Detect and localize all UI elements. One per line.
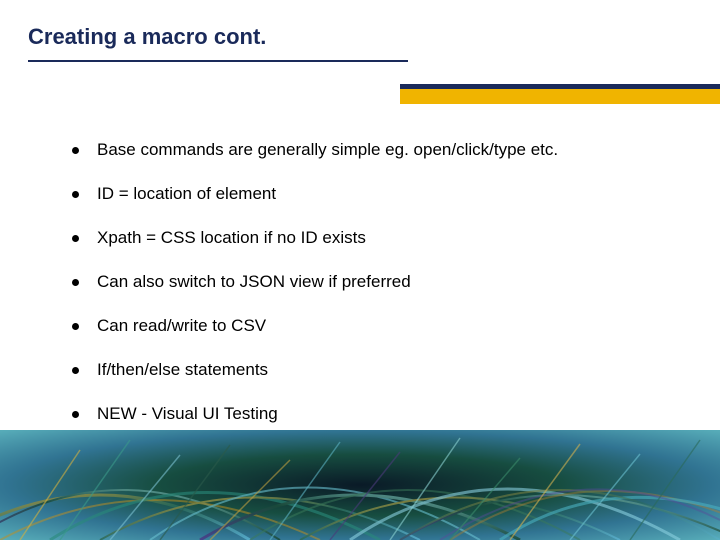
bullet-text: Base commands are generally simple eg. o… xyxy=(97,140,558,160)
slide-content: Base commands are generally simple eg. o… xyxy=(72,140,680,448)
bullet-text: ID = location of element xyxy=(97,184,276,204)
bullet-icon xyxy=(72,323,79,330)
slide-title: Creating a macro cont. xyxy=(28,24,266,50)
list-item: Can read/write to CSV xyxy=(72,316,680,336)
bullet-icon xyxy=(72,279,79,286)
bullet-icon xyxy=(72,147,79,154)
bullet-text: Can read/write to CSV xyxy=(97,316,266,336)
list-item: Base commands are generally simple eg. o… xyxy=(72,140,680,160)
list-item: Can also switch to JSON view if preferre… xyxy=(72,272,680,292)
list-item: NEW - Visual UI Testing xyxy=(72,404,680,424)
title-underline xyxy=(28,60,408,62)
decorative-footer-image xyxy=(0,430,720,540)
bullet-icon xyxy=(72,235,79,242)
bullet-text: Can also switch to JSON view if preferre… xyxy=(97,272,411,292)
bullet-text: NEW - Visual UI Testing xyxy=(97,404,278,424)
slide: Creating a macro cont. Base commands are… xyxy=(0,0,720,540)
bullet-icon xyxy=(72,367,79,374)
list-item: If/then/else statements xyxy=(72,360,680,380)
bullet-text: If/then/else statements xyxy=(97,360,268,380)
bullet-text: Xpath = CSS location if no ID exists xyxy=(97,228,366,248)
list-item: Xpath = CSS location if no ID exists xyxy=(72,228,680,248)
bullet-icon xyxy=(72,191,79,198)
bullet-icon xyxy=(72,411,79,418)
bullet-list: Base commands are generally simple eg. o… xyxy=(72,140,680,424)
list-item: ID = location of element xyxy=(72,184,680,204)
accent-bar xyxy=(400,84,720,104)
